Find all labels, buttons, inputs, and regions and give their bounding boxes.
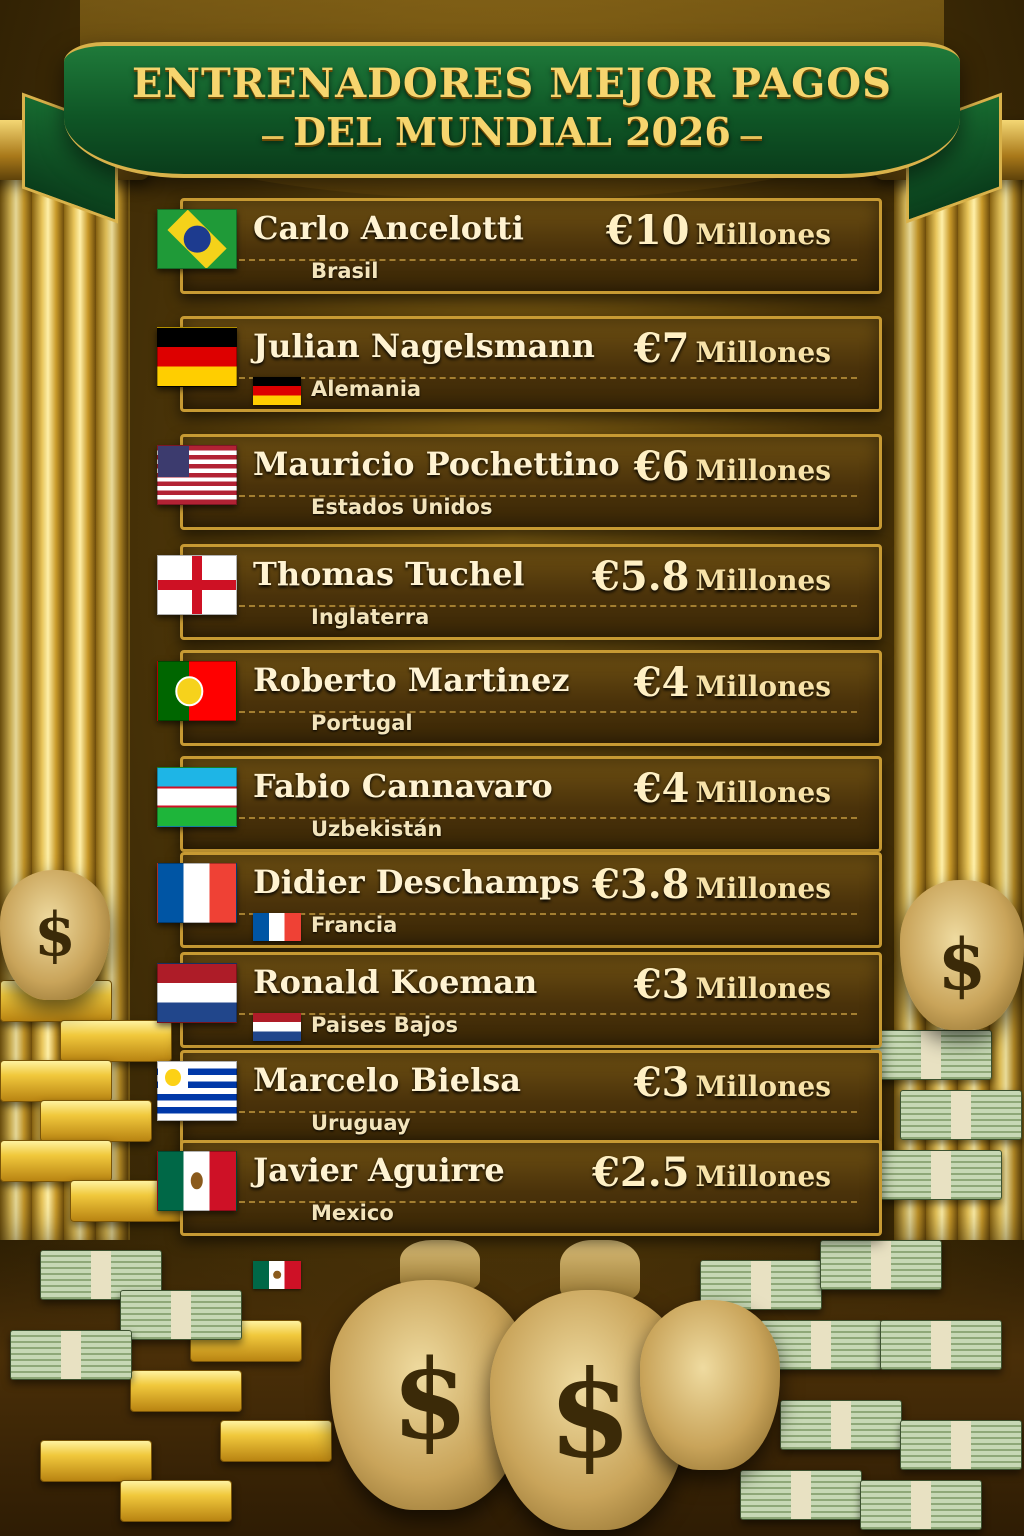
netherlands-flag-icon: [157, 963, 237, 1023]
salary: €3.8 Millones: [592, 861, 831, 908]
portugal-flag-icon: [157, 661, 237, 721]
coach-name: Marcelo Bielsa: [253, 1061, 521, 1099]
mexico-flag-icon: [157, 1151, 237, 1211]
coach-row: Fabio Cannavaro Uzbekistán €4 Millones: [157, 756, 882, 905]
salary-unit: Millones: [695, 670, 831, 703]
germany-flag-icon: [157, 327, 237, 387]
netherlands-flag-icon: [253, 1013, 301, 1041]
salary: €2.5 Millones: [592, 1149, 831, 1196]
salary-unit: Millones: [695, 454, 831, 487]
poster: $ $ $ $ ENTRENADORES MEJOR PAGOS — DEL M…: [0, 0, 1024, 1536]
country-name: Paises Bajos: [311, 1013, 459, 1037]
salary: €6 Millones: [634, 443, 831, 490]
france-flag-icon: [157, 863, 237, 923]
coach-row: Roberto Martinez Portugal €4 Millones: [157, 650, 882, 799]
uzbekistan-flag-icon: [157, 767, 237, 827]
salary: €5.8 Millones: [592, 553, 831, 600]
england-flag-icon: [157, 555, 237, 615]
coach-row: Carlo Ancelotti Brasil €10 Millones: [157, 198, 882, 347]
country-name: Uruguay: [311, 1111, 411, 1135]
salary-amount: €2.5: [592, 1149, 690, 1196]
coach-name: Julian Nagelsmann: [253, 327, 595, 365]
country-name: Mexico: [311, 1201, 394, 1225]
germany-flag-icon: [253, 377, 301, 405]
salary-unit: Millones: [695, 776, 831, 809]
country-name: Portugal: [311, 711, 413, 735]
country-name: Inglaterra: [311, 605, 430, 629]
salary-unit: Millones: [695, 564, 831, 597]
coach-name: Fabio Cannavaro: [253, 767, 553, 805]
coach-name: Javier Aguirre: [253, 1151, 505, 1189]
salary-amount: €6: [633, 443, 690, 490]
usa-flag-icon: [157, 445, 237, 505]
coach-row: Didier Deschamps Francia €3.8 Millones: [157, 852, 882, 948]
country-name: Uzbekistán: [311, 817, 443, 841]
coach-name: Thomas Tuchel: [253, 555, 525, 593]
salary: €4 Millones: [634, 765, 831, 812]
coach-name: Didier Deschamps: [253, 863, 580, 901]
coach-ranking-list: Carlo Ancelotti Brasil €10 Millones Julia…: [0, 0, 1024, 1536]
coach-row: Ronald Koeman Paises Bajos €3 Millones: [157, 952, 882, 1048]
coach-row: Marcelo Bielsa Uruguay €3 Millones: [157, 1050, 882, 1199]
uruguay-flag-icon: [157, 1061, 237, 1121]
country-name: Brasil: [311, 259, 379, 283]
brazil-flag-icon: [157, 209, 237, 269]
france-flag-icon: [253, 913, 301, 941]
salary-amount: €3: [633, 961, 690, 1008]
salary-unit: Millones: [695, 1070, 831, 1103]
salary-amount: €3: [633, 1059, 690, 1106]
country-name: Estados Unidos: [311, 495, 493, 519]
salary: €7 Millones: [634, 325, 831, 372]
salary-amount: €5.8: [592, 553, 690, 600]
salary-unit: Millones: [695, 972, 831, 1005]
salary: €10 Millones: [606, 207, 831, 254]
coach-row: Thomas Tuchel Inglaterra €5.8 Millones: [157, 544, 882, 693]
coach-name: Roberto Martinez: [253, 661, 570, 699]
salary-unit: Millones: [695, 336, 831, 369]
coach-row: Javier Aguirre Mexico €2.5 Millones: [157, 1140, 882, 1289]
coach-name: Carlo Ancelotti: [253, 209, 524, 247]
salary: €4 Millones: [634, 659, 831, 706]
salary-amount: €7: [633, 325, 690, 372]
country-name: Alemania: [311, 377, 422, 401]
salary-amount: €10: [605, 207, 690, 254]
salary-amount: €4: [633, 659, 690, 706]
salary: €3 Millones: [634, 1059, 831, 1106]
mexico-flag-icon: [253, 1261, 301, 1289]
country-name: Francia: [311, 913, 398, 937]
coach-row: Mauricio Pochettino Estados Unidos €6 Mil…: [157, 434, 882, 583]
salary-amount: €4: [633, 765, 690, 812]
coach-name: Mauricio Pochettino: [253, 445, 620, 483]
salary-unit: Millones: [695, 872, 831, 905]
salary: €3 Millones: [634, 961, 831, 1008]
salary-amount: €3.8: [592, 861, 690, 908]
coach-row: Julian Nagelsmann Alemania €7 Millones: [157, 316, 882, 412]
coach-name: Ronald Koeman: [253, 963, 538, 1001]
salary-unit: Millones: [695, 1160, 831, 1193]
salary-unit: Millones: [695, 218, 831, 251]
